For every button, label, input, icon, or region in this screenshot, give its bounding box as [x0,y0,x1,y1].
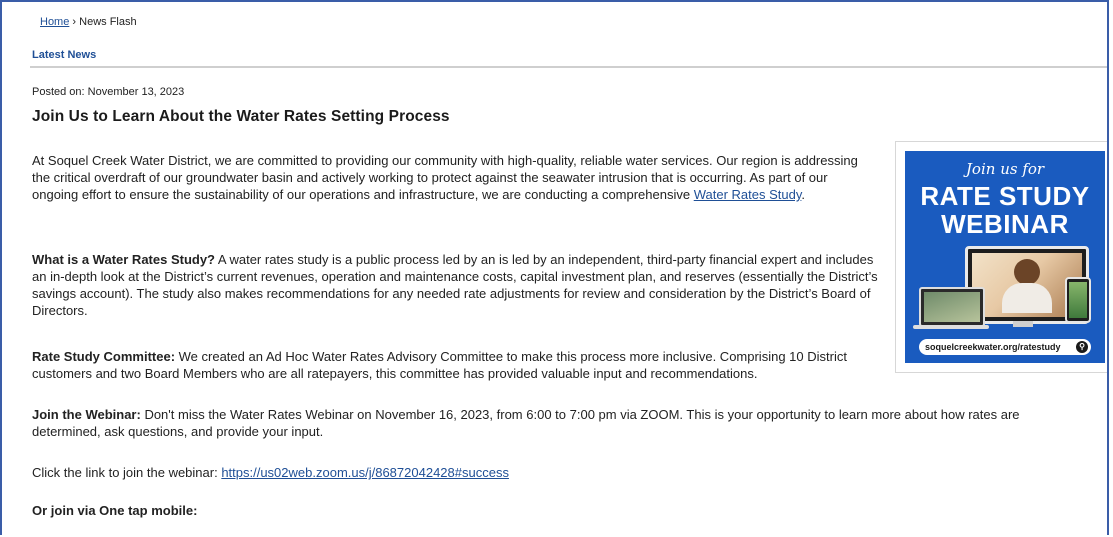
posted-date: Posted on: November 13, 2023 [32,86,185,98]
monitor-stand [1013,321,1033,327]
join-link-text: Click the link to join the webinar: [32,465,222,480]
breadcrumb-separator: › [72,16,77,28]
webinar-text: Don't miss the Water Rates Webinar on No… [32,407,1020,439]
committee-label: Rate Study Committee: [32,349,176,364]
promo-join-text: Join us for [965,160,1045,178]
article-paragraph-committee: Rate Study Committee: We created an Ad H… [32,348,872,382]
article-paragraph-webinar: Join the Webinar: Don't miss the Water R… [32,406,1082,440]
phone-screen [1069,282,1087,318]
what-is-label: What is a Water Rates Study? [32,252,215,267]
zoom-link[interactable]: https://us02web.zoom.us/j/86872042428#su… [221,465,509,480]
page-frame: Home › News Flash Latest News Posted on:… [0,0,1109,535]
laptop-illustration [919,287,985,327]
intro-end: . [801,187,805,202]
breadcrumb-current: News Flash [79,16,137,28]
article-paragraph-what-is: What is a Water Rates Study? A water rat… [32,251,882,319]
article-paragraph-join-link: Click the link to join the webinar: http… [32,464,872,481]
promo-url-pill: soquelcreekwater.org/ratestudy ⚲ [919,339,1091,355]
rate-study-webinar-graphic[interactable]: Join us for RATE STUDY WEBINAR soquelcre… [905,151,1105,363]
section-title[interactable]: Latest News [32,49,96,61]
breadcrumb-home-link[interactable]: Home [40,16,69,28]
section-divider [30,66,1107,68]
laptop-screen [924,292,980,322]
person-head-illustration [1014,259,1040,285]
search-icon: ⚲ [1076,341,1088,353]
person-body-illustration [1002,283,1052,313]
article-title: Join Us to Learn About the Water Rates S… [32,108,450,125]
promo-url-text: soquelcreekwater.org/ratestudy [925,342,1061,352]
phone-illustration [1065,277,1091,323]
one-tap-heading: Or join via One tap mobile: [32,503,198,518]
water-rates-study-link[interactable]: Water Rates Study [694,187,802,202]
promo-image-frame: Join us for RATE STUDY WEBINAR soquelcre… [895,141,1107,373]
promo-headline-2: WEBINAR [941,209,1069,239]
article-paragraph-intro: At Soquel Creek Water District, we are c… [32,152,872,203]
laptop-base [913,325,989,329]
breadcrumb: Home › News Flash [40,16,137,28]
webinar-label: Join the Webinar: [32,407,141,422]
promo-headline-1: RATE STUDY [920,181,1090,211]
